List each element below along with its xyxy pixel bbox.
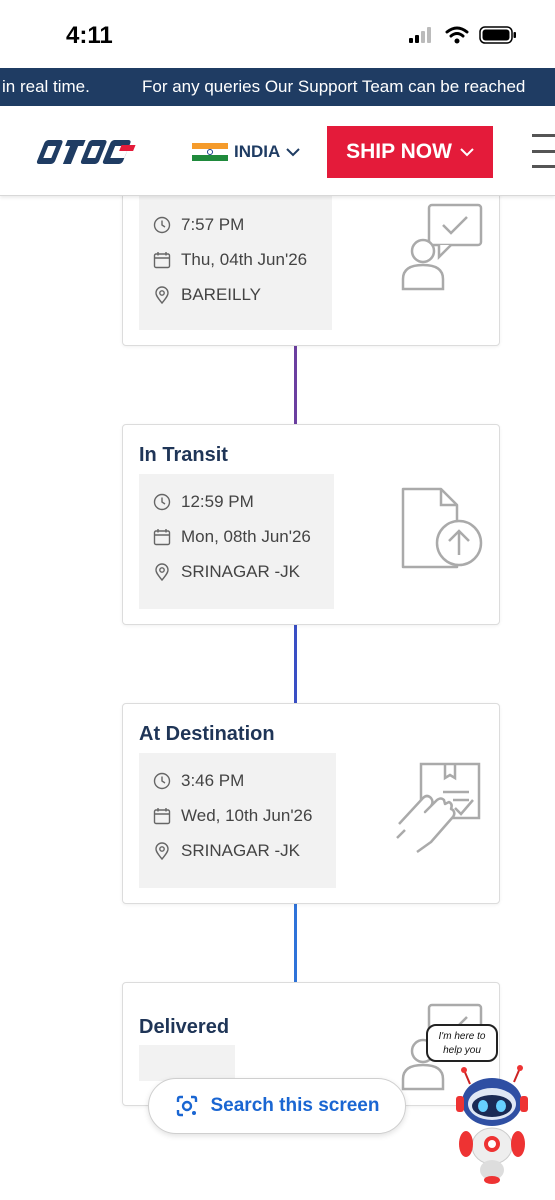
timeline-time: 3:46 PM [181, 771, 245, 790]
timeline-card: In Transit 12:59 PM Mon, 08th Jun'26 SRI… [122, 424, 500, 625]
timeline-date: Mon, 08th Jun'26 [181, 527, 311, 546]
status-icons [409, 26, 517, 44]
location-pin-icon [155, 563, 169, 581]
robot-icon [456, 1065, 528, 1184]
timeline-location: BAREILLY [181, 285, 262, 304]
timeline-connector [294, 346, 297, 424]
clock-icon [153, 216, 171, 234]
wifi-icon [445, 26, 469, 44]
marquee-segment: in real time. [2, 77, 90, 96]
timeline-date-row: Thu, 04th Jun'26 [153, 250, 307, 270]
timeline-status-title: Delivered [139, 1016, 230, 1038]
timeline-date: Thu, 04th Jun'26 [181, 250, 308, 269]
india-flag-icon [192, 143, 228, 161]
timeline-date-row: Mon, 08th Jun'26 [153, 527, 311, 547]
person-chat-check-icon [401, 203, 483, 291]
timeline-status-title: At Destination [139, 723, 275, 745]
timeline-time: 7:57 PM [181, 215, 245, 234]
location-pin-icon [155, 842, 169, 860]
timeline-date: Wed, 10th Jun'26 [181, 806, 313, 825]
timeline-location-row: BAREILLY [153, 285, 261, 305]
timeline-time-row: 12:59 PM [153, 492, 254, 512]
timeline-location-row: SRINAGAR -JK [153, 562, 300, 582]
chatbot-assistant[interactable]: I'm here to help you [424, 1018, 552, 1188]
announcement-marquee: in real time. For any queries Our Suppor… [0, 68, 555, 106]
timeline-info-box [139, 1045, 235, 1081]
cellular-signal-icon [409, 27, 431, 43]
timeline-connector [294, 625, 297, 703]
country-selector[interactable]: INDIA [192, 142, 300, 162]
chatbot-bubble-text: help you [443, 1045, 481, 1056]
timeline-location: SRINAGAR -JK [181, 841, 301, 860]
timeline-status-title: In Transit [139, 444, 228, 466]
timeline-card: 7:57 PM Thu, 04th Jun'26 BAREILLY [122, 170, 500, 346]
hamburger-icon[interactable] [532, 134, 555, 168]
chatbot-bubble-text: I'm here to [438, 1031, 486, 1042]
clock-icon [153, 493, 171, 511]
timeline-info-box: 12:59 PM Mon, 08th Jun'26 SRINAGAR -JK [139, 474, 334, 609]
chevron-down-icon [460, 148, 474, 157]
timeline-location-row: SRINAGAR -JK [153, 841, 300, 861]
calendar-icon [153, 252, 171, 269]
document-upload-icon [401, 487, 483, 569]
timeline-location: SRINAGAR -JK [181, 562, 301, 581]
timeline-connector [294, 904, 297, 982]
ship-now-label: SHIP NOW [346, 140, 452, 163]
clock-icon [153, 772, 171, 790]
timeline-time-row: 3:46 PM [153, 771, 244, 791]
lens-icon [176, 1095, 197, 1117]
dtdc-logo[interactable] [34, 134, 142, 175]
timeline-time: 12:59 PM [181, 492, 254, 511]
status-time: 4:11 [66, 22, 113, 49]
calendar-icon [153, 808, 171, 825]
timeline-info-box: 3:46 PM Wed, 10th Jun'26 SRINAGAR -JK [139, 753, 336, 888]
search-this-screen-button[interactable]: Search this screen [148, 1078, 406, 1134]
location-pin-icon [155, 286, 169, 304]
country-label: INDIA [234, 142, 281, 161]
site-header: INDIA SHIP NOW [0, 106, 555, 196]
timeline-time-row: 7:57 PM [153, 215, 244, 235]
marquee-segment: For any queries Our Support Team can be … [142, 77, 526, 96]
status-bar: 4:11 [0, 0, 555, 68]
hand-package-icon [396, 762, 481, 854]
chevron-down-icon [286, 148, 300, 157]
search-this-screen-label: Search this screen [210, 1095, 380, 1116]
battery-icon [479, 26, 516, 44]
calendar-icon [153, 529, 171, 546]
timeline-card: At Destination 3:46 PM Wed, 10th Jun'26 … [122, 703, 500, 904]
timeline-info-box: 7:57 PM Thu, 04th Jun'26 BAREILLY [139, 195, 332, 330]
timeline-date-row: Wed, 10th Jun'26 [153, 806, 312, 826]
chatbot-speech-bubble: I'm here to help you [426, 1024, 498, 1062]
ship-now-button[interactable]: SHIP NOW [327, 126, 493, 178]
